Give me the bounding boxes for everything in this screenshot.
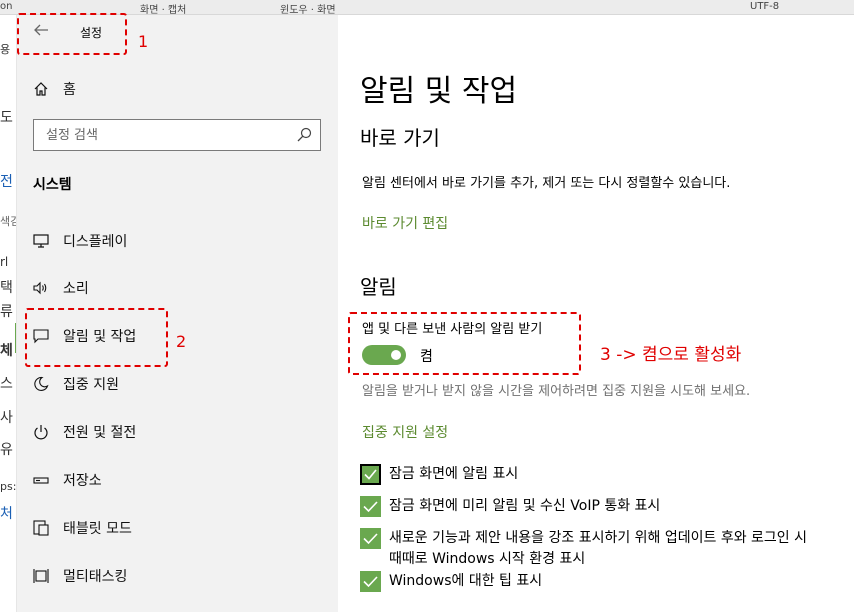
- checkbox-row[interactable]: 잠금 화면에 알림 표시: [360, 464, 809, 485]
- background-fragment: 윈도우 · 화면: [280, 5, 336, 15]
- checkbox-label: 새로운 기능과 제안 내용을 강조 표시하기 위해 업데이트 후와 로그인 시 …: [389, 530, 808, 567]
- background-fragment: 전: [0, 174, 13, 190]
- power-icon: [34, 425, 48, 440]
- checkbox-label: Windows에 대한 팁 표시: [389, 573, 543, 589]
- moon-icon: [34, 376, 49, 392]
- annotation-box-2: [25, 308, 168, 367]
- monitor-icon: [33, 234, 49, 248]
- checkmark-icon: [363, 576, 378, 588]
- background-fragment: rl: [0, 255, 9, 269]
- background-fragment: 류: [0, 304, 13, 320]
- sidebar-item-power[interactable]: 전원 및 절전: [33, 420, 136, 444]
- annotation-label-2: 2: [176, 332, 187, 351]
- checkmark-icon: [363, 501, 378, 513]
- background-fragment: 색검: [0, 215, 16, 228]
- checkbox-lock-screen-notifications[interactable]: [360, 464, 381, 485]
- sidebar-item-focus-assist[interactable]: 집중 지원: [33, 372, 119, 396]
- checkbox-windows-tips[interactable]: [360, 571, 381, 592]
- annotation-label-3: 3 -> 켬으로 활성화: [600, 345, 742, 365]
- sidebar-item-tablet-mode[interactable]: 태블릿 모드: [33, 516, 132, 540]
- background-fragment: 처: [0, 506, 13, 522]
- sidebar-item-label: 홈: [63, 82, 76, 98]
- annotation-label-1: 1: [138, 32, 149, 51]
- sidebar-section-title: 시스템: [33, 177, 72, 193]
- multitask-icon: [33, 569, 49, 583]
- background-fragment: 사: [0, 410, 13, 426]
- background-window-left-strip: 용 도 전 색검 rl 택 류 체 스 사 유 ps: 처: [0, 15, 17, 612]
- background-fragment: UTF-8: [750, 1, 780, 12]
- sidebar-item-label: 태블릿 모드: [63, 521, 132, 537]
- focus-assist-settings-link[interactable]: 집중 지원 설정: [362, 422, 448, 442]
- sidebar-item-label: 전원 및 절전: [63, 425, 137, 441]
- background-fragment: 유: [0, 442, 13, 458]
- notifications-toggle-label: 앱 및 다른 보낸 사람의 알림 받기: [362, 322, 543, 337]
- home-icon: [34, 82, 48, 96]
- checkbox-welcome-experience[interactable]: [360, 528, 381, 549]
- checkbox-label: 잠금 화면에 알림 표시: [389, 466, 519, 482]
- checkbox-row[interactable]: 새로운 기능과 제안 내용을 강조 표시하기 위해 업데이트 후와 로그인 시 …: [360, 528, 809, 570]
- tablet-icon: [33, 520, 49, 536]
- storage-icon: [33, 477, 49, 484]
- sidebar-item-display[interactable]: 디스플레이: [33, 229, 127, 253]
- edit-shortcuts-link[interactable]: 바로 가기 편집: [362, 213, 448, 233]
- background-fragment: 도: [0, 110, 13, 126]
- background-fragment: ps:: [0, 480, 17, 493]
- background-fragment: 스: [0, 376, 13, 392]
- checkbox-lock-screen-reminders[interactable]: [360, 496, 381, 517]
- background-window-titlebar: on 화면 · 캡처 윈도우 · 화면 UTF-8: [0, 0, 854, 15]
- speaker-icon: [33, 281, 47, 295]
- sidebar-item-multitasking[interactable]: 멀티태스킹: [33, 564, 127, 588]
- toggle-state-label: 켬: [420, 349, 433, 365]
- background-fragment: on: [0, 1, 13, 12]
- sidebar-item-label: 디스플레이: [63, 234, 128, 250]
- toggle-knob: [391, 350, 401, 360]
- notifications-toggle[interactable]: [362, 345, 406, 365]
- background-fragment: 택: [0, 280, 13, 296]
- settings-search-box[interactable]: [33, 119, 321, 151]
- checkmark-icon: [363, 533, 378, 545]
- background-fragment: 용: [0, 43, 11, 56]
- checkbox-row[interactable]: Windows에 대한 팁 표시: [360, 571, 809, 592]
- sidebar-item-label: 소리: [63, 281, 89, 297]
- notifications-heading: 알림: [360, 275, 397, 299]
- shortcuts-description: 알림 센터에서 바로 가기를 추가, 제거 또는 다시 정렬할수 있습니다.: [362, 176, 731, 191]
- checkbox-label: 잠금 화면에 미리 알림 및 수신 VoIP 통화 표시: [389, 498, 661, 514]
- sidebar-item-label: 멀티태스킹: [63, 569, 128, 585]
- page-title: 알림 및 작업: [360, 74, 518, 109]
- background-fragment: 체: [0, 343, 13, 359]
- search-icon: [297, 127, 312, 142]
- background-fragment: 화면 · 캡처: [140, 5, 187, 15]
- sidebar-item-label: 저장소: [63, 473, 102, 489]
- sidebar-item-home[interactable]: 홈: [33, 78, 76, 100]
- sidebar-item-storage[interactable]: 저장소: [33, 468, 102, 492]
- checkbox-row[interactable]: 잠금 화면에 미리 알림 및 수신 VoIP 통화 표시: [360, 496, 809, 517]
- checkmark-icon: [364, 469, 377, 480]
- sidebar-item-sound[interactable]: 소리: [33, 276, 89, 300]
- annotation-box-1: [17, 13, 127, 55]
- search-input[interactable]: [34, 120, 284, 150]
- sidebar-item-label: 집중 지원: [63, 377, 119, 393]
- focus-assist-hint: 알림을 받거나 받지 않을 시간을 제어하려면 집중 지원을 시도해 보세요.: [362, 384, 751, 399]
- shortcuts-heading: 바로 가기: [360, 126, 440, 150]
